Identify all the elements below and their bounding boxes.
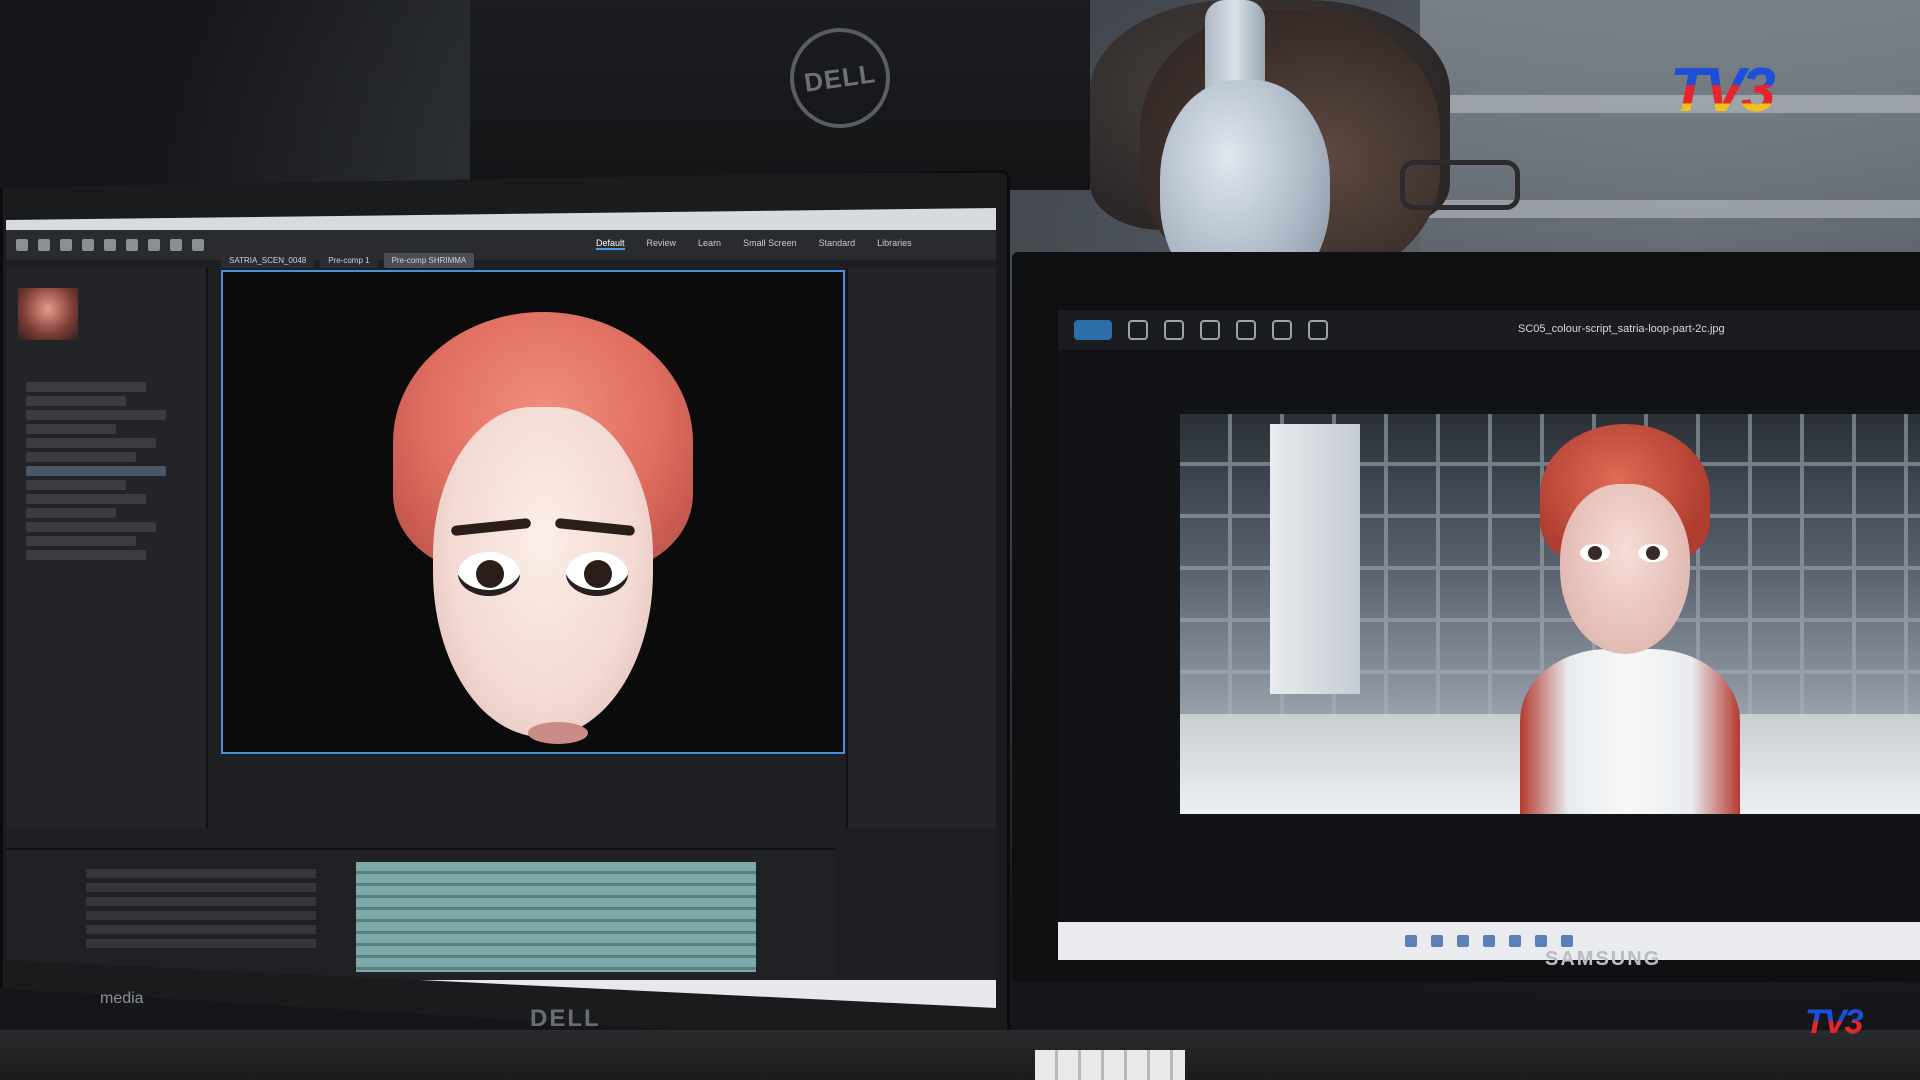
tv3-logo: TV3 <box>1670 60 1820 122</box>
composition-tabs: SATRIA_SCEN_0048 Pre-comp 1 Pre-comp SHR… <box>221 253 475 268</box>
properties-panel <box>846 268 996 828</box>
edge-icon[interactable] <box>1535 935 1547 947</box>
background-bookshelf <box>1420 0 1920 280</box>
list-item[interactable] <box>26 466 166 476</box>
rotate-tool-icon[interactable] <box>104 239 116 251</box>
tab-comp-1[interactable]: SATRIA_SCEN_0048 <box>221 253 315 268</box>
photo-scene: DELL Default Review Learn Small Screen S… <box>0 0 1920 1080</box>
tab-small-screen[interactable]: Small Screen <box>743 238 797 250</box>
edit-button[interactable] <box>1074 320 1112 340</box>
right-taskbar <box>1058 922 1920 960</box>
character-lips <box>528 722 588 744</box>
premiere-icon[interactable] <box>1561 935 1573 947</box>
timeline-layer[interactable] <box>86 939 316 948</box>
tab-review[interactable]: Review <box>647 238 677 250</box>
steam-icon[interactable] <box>1509 935 1521 947</box>
timeline-layer[interactable] <box>86 869 316 878</box>
more-icon[interactable] <box>1308 320 1328 340</box>
tab-learn[interactable]: Learn <box>698 238 721 250</box>
timeline-layer[interactable] <box>86 925 316 934</box>
studio-pillar <box>1270 424 1360 694</box>
rubiks-cube <box>1035 1050 1185 1080</box>
list-item[interactable] <box>26 410 166 420</box>
list-item[interactable] <box>26 536 136 546</box>
type-tool-icon[interactable] <box>170 239 182 251</box>
timeline-layer[interactable] <box>86 883 316 892</box>
composition-viewer[interactable] <box>221 270 845 754</box>
photo-viewer-toolbar: SC05_colour-script_satria-loop-part-2c.j… <box>1058 310 1920 350</box>
timeline-layer[interactable] <box>86 911 316 920</box>
tab-standard[interactable]: Standard <box>819 238 856 250</box>
3d-character-hijab <box>393 312 693 752</box>
delete-icon[interactable] <box>1164 320 1184 340</box>
3d-character-suit <box>1520 424 1750 814</box>
back-monitor <box>470 0 1090 190</box>
character-eyebrow <box>554 517 636 537</box>
list-item[interactable] <box>26 494 146 504</box>
tab-default[interactable]: Default <box>596 238 625 250</box>
timeline-layer[interactable] <box>86 897 316 906</box>
right-screen: SC05_colour-script_satria-loop-part-2c.j… <box>1058 310 1920 960</box>
character-face <box>433 407 653 744</box>
list-item[interactable] <box>26 382 146 392</box>
character-suit <box>1520 649 1740 814</box>
list-item[interactable] <box>26 522 156 532</box>
glasses <box>1400 160 1520 210</box>
character-eye <box>566 552 628 596</box>
list-item[interactable] <box>26 424 116 434</box>
character-face <box>1560 484 1690 654</box>
search-icon[interactable] <box>1431 935 1443 947</box>
share-icon[interactable] <box>1236 320 1256 340</box>
tab-comp-3[interactable]: Pre-comp SHRIMMA <box>383 253 475 268</box>
dell-logo-front: DELL <box>530 1005 601 1032</box>
timeline-layer-bars[interactable] <box>356 862 756 972</box>
project-panel <box>6 268 208 828</box>
tv3-logo-small: TV3 <box>1805 1005 1885 1045</box>
character-eye <box>458 552 520 596</box>
camera-tool-icon[interactable] <box>126 239 138 251</box>
left-screen: Default Review Learn Small Screen Standa… <box>6 208 996 1008</box>
list-item[interactable] <box>26 550 146 560</box>
tab-libraries[interactable]: Libraries <box>877 238 912 250</box>
hand-tool-icon[interactable] <box>60 239 72 251</box>
browser-icon[interactable] <box>1483 935 1495 947</box>
folder-icon[interactable] <box>1457 935 1469 947</box>
workspace-tabs: Default Review Learn Small Screen Standa… <box>596 238 912 250</box>
home-icon[interactable] <box>16 239 28 251</box>
desk <box>0 1030 1920 1080</box>
image-filename: SC05_colour-script_satria-loop-part-2c.j… <box>1518 323 1725 335</box>
pen-tool-icon[interactable] <box>148 239 160 251</box>
samsung-logo: SAMSUNG <box>1545 948 1662 970</box>
colour-script-image <box>1180 414 1920 814</box>
character-eye <box>1638 544 1668 562</box>
list-item[interactable] <box>26 508 116 518</box>
list-item[interactable] <box>26 438 156 448</box>
project-thumbnail <box>18 288 78 340</box>
list-item[interactable] <box>26 452 136 462</box>
select-tool-icon[interactable] <box>38 239 50 251</box>
media-watermark: media <box>100 990 144 1007</box>
character-eyebrow <box>450 517 532 537</box>
brush-tool-icon[interactable] <box>192 239 204 251</box>
rotate-icon[interactable] <box>1128 320 1148 340</box>
list-item[interactable] <box>26 396 126 406</box>
windows-start-icon[interactable] <box>1405 935 1417 947</box>
list-item[interactable] <box>26 480 126 490</box>
zoom-tool-icon[interactable] <box>82 239 94 251</box>
favorite-icon[interactable] <box>1200 320 1220 340</box>
slideshow-icon[interactable] <box>1272 320 1292 340</box>
character-eye <box>1580 544 1610 562</box>
tab-comp-2[interactable]: Pre-comp 1 <box>320 253 378 268</box>
